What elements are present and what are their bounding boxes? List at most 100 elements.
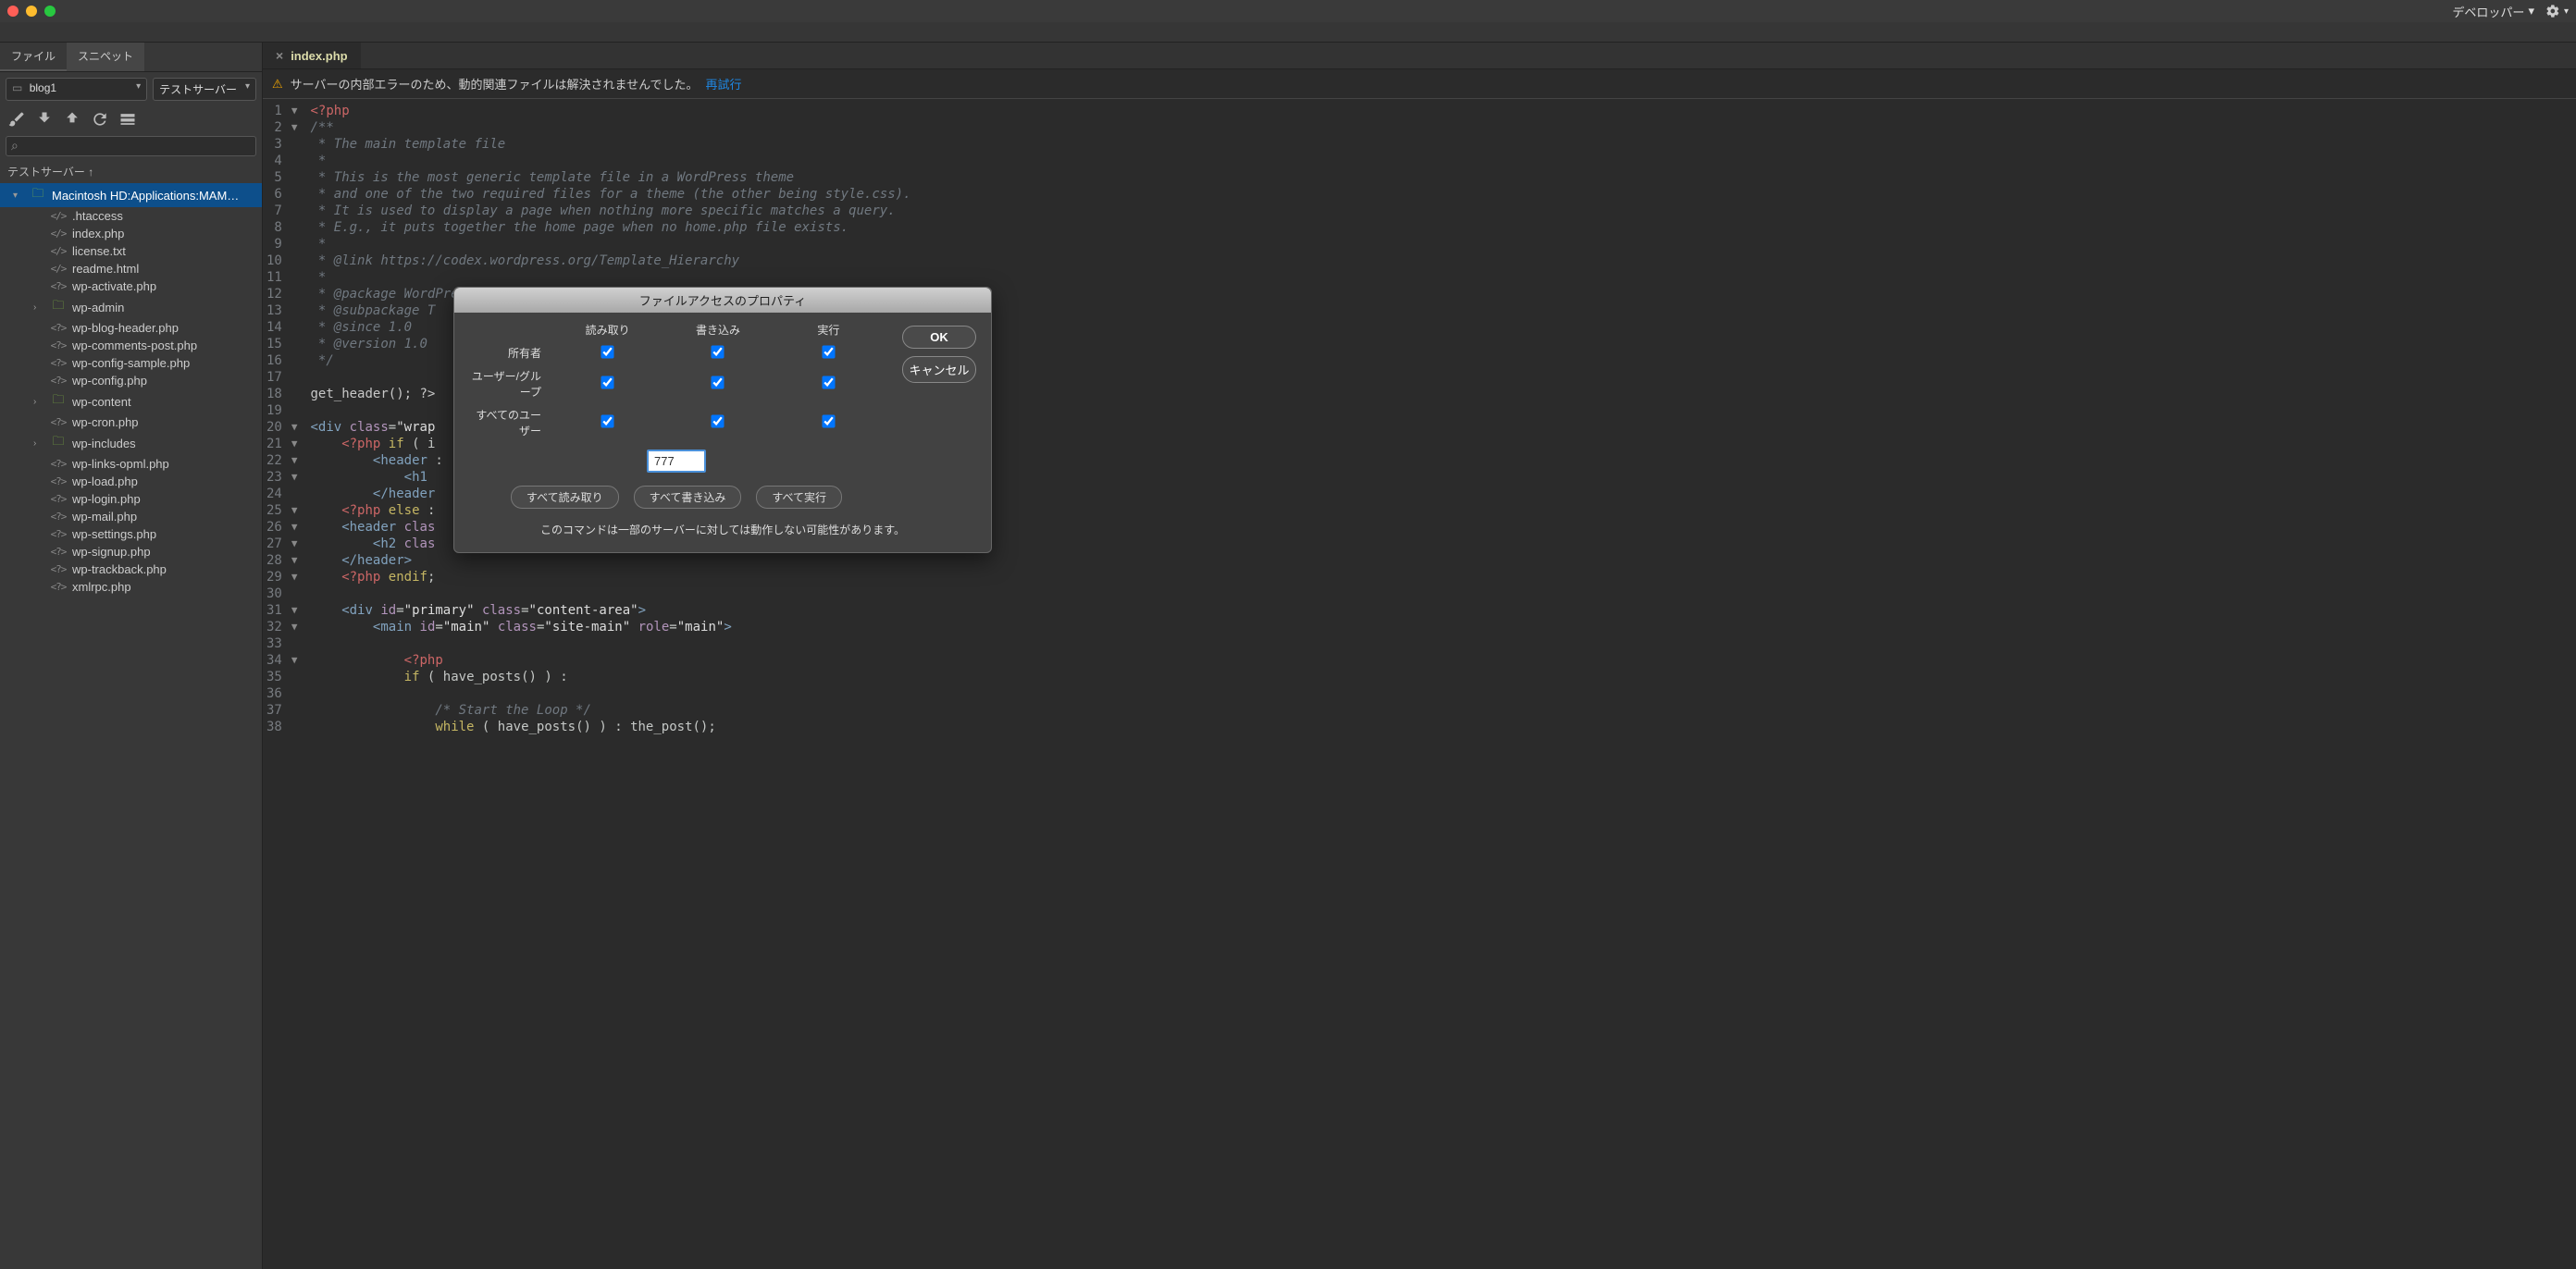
tree-file[interactable]: </>license.txt	[0, 242, 262, 260]
tree-file[interactable]: <?>xmlrpc.php	[0, 578, 262, 596]
folder-icon: ▭	[12, 81, 22, 94]
tree-file[interactable]: </> index.php	[0, 225, 262, 242]
tree-file[interactable]: <?>wp-config.php	[0, 372, 262, 389]
all-exec-button[interactable]: すべて実行	[756, 486, 842, 509]
tree-folder[interactable]: ›🗀wp-content	[0, 389, 262, 413]
minimize-window-button[interactable]	[26, 6, 37, 17]
group-read-checkbox[interactable]	[601, 376, 614, 388]
editor-tab[interactable]: × index.php	[263, 43, 361, 68]
all-exec-checkbox[interactable]	[822, 414, 835, 427]
tree-item-label: wp-settings.php	[72, 527, 256, 541]
project-label: blog1	[30, 81, 56, 94]
tree-item-label: .htaccess	[72, 209, 256, 223]
settings-menu[interactable]: ▾	[2545, 4, 2569, 18]
project-dropdown[interactable]: ▭ blog1	[6, 78, 147, 101]
tree-file[interactable]: <?> wp-mail.php	[0, 508, 262, 525]
tree-item-label: wp-signup.php	[72, 545, 256, 559]
close-window-button[interactable]	[7, 6, 19, 17]
download-icon[interactable]	[35, 110, 54, 129]
write-header: 書き込み	[663, 322, 773, 338]
tab-label: index.php	[291, 49, 347, 63]
tree-file[interactable]: <?>wp-comments-post.php	[0, 337, 262, 354]
file-icon: </>	[50, 245, 67, 257]
server-dropdown-label: テストサーバー	[159, 83, 237, 96]
owner-read-checkbox[interactable]	[601, 345, 614, 358]
tree-file[interactable]: </> .htaccess	[0, 207, 262, 225]
tree-folder[interactable]: ›🗀wp-includes	[0, 431, 262, 455]
file-icon: <?>	[50, 546, 67, 558]
tree-root[interactable]: ▾ 🗀 Macintosh HD:Applications:MAM…	[0, 183, 262, 207]
snippets-tab[interactable]: スニペット	[67, 43, 144, 71]
chevron-down-icon: ▾	[13, 191, 24, 201]
menubar: デベロッパー ▾ ▾	[0, 0, 2576, 22]
owner-exec-checkbox[interactable]	[822, 345, 835, 358]
tree-file[interactable]: <?>wp-load.php	[0, 473, 262, 490]
files-tab[interactable]: ファイル	[0, 43, 67, 71]
tree-file[interactable]: <?> wp-links-opml.php	[0, 455, 262, 473]
file-tree: ▾ 🗀 Macintosh HD:Applications:MAM… </> .h…	[0, 183, 262, 1269]
file-icon: <?>	[50, 511, 67, 523]
chevron-right-icon: ›	[33, 302, 44, 313]
server-dropdown[interactable]: テストサーバー	[153, 78, 256, 101]
file-icon: <?>	[50, 322, 67, 334]
developer-label: デベロッパー	[2452, 3, 2524, 20]
folder-icon: 🗀	[30, 185, 46, 205]
chevron-down-icon: ▾	[2528, 4, 2534, 18]
all-read-checkbox[interactable]	[601, 414, 614, 427]
code-area[interactable]: 1234567891011121314151617181920212223242…	[263, 99, 2576, 1269]
exec-header: 実行	[774, 322, 884, 338]
tree-item-label: readme.html	[72, 262, 256, 276]
tree-file[interactable]: </>readme.html	[0, 260, 262, 277]
file-icon: <?>	[50, 280, 67, 292]
cancel-button[interactable]: キャンセル	[902, 356, 976, 383]
tree-file[interactable]: <?>wp-settings.php	[0, 525, 262, 543]
ok-button[interactable]: OK	[902, 326, 976, 349]
group-write-checkbox[interactable]	[712, 376, 724, 388]
chevron-right-icon: ›	[33, 438, 44, 449]
tree-item-label: wp-trackback.php	[72, 562, 256, 576]
dialog-note: このコマンドは一部のサーバーに対しては動作しない可能性があります。	[469, 522, 976, 537]
tree-file[interactable]: <?> wp-activate.php	[0, 277, 262, 295]
refresh-icon[interactable]	[91, 110, 109, 129]
all-read-button[interactable]: すべて読み取り	[511, 486, 619, 509]
owner-write-checkbox[interactable]	[712, 345, 724, 358]
upload-icon[interactable]	[63, 110, 81, 129]
brush-icon[interactable]	[7, 110, 26, 129]
folder-icon: 🗀	[50, 433, 67, 453]
file-permissions-dialog: ファイルアクセスのプロパティ OK キャンセル 読み取り 書き込み 実行 所有者…	[453, 287, 992, 553]
all-write-checkbox[interactable]	[712, 414, 724, 427]
tree-item-label: index.php	[72, 227, 256, 240]
tab-bar: × index.php	[263, 43, 2576, 69]
file-icon: </>	[50, 210, 67, 222]
sync-icon[interactable]	[118, 110, 137, 129]
retry-link[interactable]: 再試行	[706, 75, 742, 92]
tree-item-label: wp-login.php	[72, 492, 256, 506]
search-input[interactable]	[6, 136, 256, 156]
tree-root-label: Macintosh HD:Applications:MAM…	[52, 189, 256, 203]
file-icon: </>	[50, 228, 67, 240]
tree-file[interactable]: <?>wp-blog-header.php	[0, 319, 262, 337]
warning-text: サーバーの内部エラーのため、動的関連ファイルは解決されませんでした。	[291, 75, 699, 92]
tree-item-label: wp-activate.php	[72, 279, 256, 293]
close-icon[interactable]: ×	[276, 48, 283, 63]
file-icon: <?>	[50, 416, 67, 428]
tree-item-label: wp-mail.php	[72, 510, 256, 524]
tree-file[interactable]: <?>wp-login.php	[0, 490, 262, 508]
file-icon: <?>	[50, 458, 67, 470]
tree-file[interactable]: <?> wp-trackback.php	[0, 561, 262, 578]
warning-bar: ⚠ サーバーの内部エラーのため、動的関連ファイルは解決されませんでした。 再試行	[263, 69, 2576, 99]
file-icon: <?>	[50, 563, 67, 575]
permission-value-input[interactable]	[647, 450, 706, 473]
read-header: 読み取り	[552, 322, 663, 338]
tree-file[interactable]: <?> wp-signup.php	[0, 543, 262, 561]
developer-menu[interactable]: デベロッパー ▾	[2452, 3, 2534, 20]
tree-file[interactable]: <?>wp-config-sample.php	[0, 354, 262, 372]
group-exec-checkbox[interactable]	[822, 376, 835, 388]
tree-file[interactable]: <?>wp-cron.php	[0, 413, 262, 431]
tree-item-label: wp-links-opml.php	[72, 457, 256, 471]
tree-folder[interactable]: ›🗀wp-admin	[0, 295, 262, 319]
all-write-button[interactable]: すべて書き込み	[634, 486, 742, 509]
tree-item-label: wp-content	[72, 395, 256, 409]
maximize-window-button[interactable]	[44, 6, 56, 17]
chevron-down-icon: ▾	[2564, 6, 2569, 17]
